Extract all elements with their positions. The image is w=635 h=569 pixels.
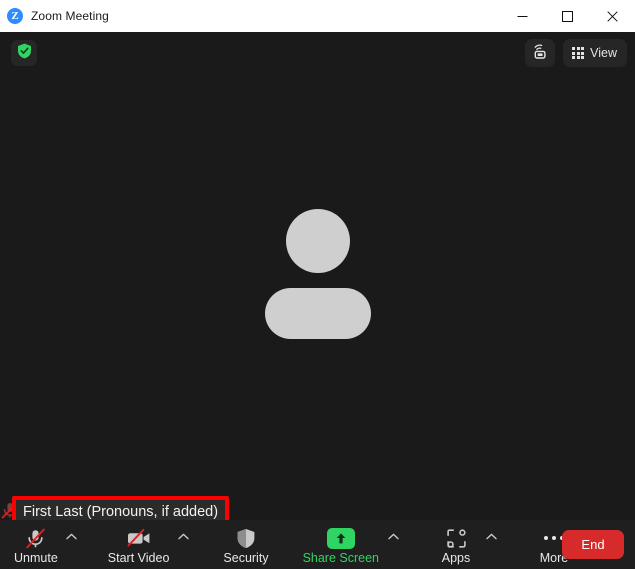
window-controls <box>500 0 635 32</box>
video-stage: View First Last (Pronouns, if added) <box>0 32 635 520</box>
apps-icon <box>446 526 467 550</box>
end-meeting-button[interactable]: End <box>562 530 624 559</box>
toolbar-item-apps[interactable]: Apps <box>429 520 483 569</box>
toolbar-item-start-video[interactable]: Start Video <box>102 520 176 569</box>
toolbar-label-apps: Apps <box>441 551 471 565</box>
toolbar-label-security: Security <box>223 551 269 565</box>
zoom-meeting-window: Z Zoom Meeting View First Last (Pronouns… <box>0 0 635 569</box>
audio-options-caret[interactable] <box>64 520 80 569</box>
minimize-button[interactable] <box>500 0 545 32</box>
more-dots-icon <box>544 526 564 550</box>
camera-off-icon <box>126 526 152 550</box>
title-bar-left: Z Zoom Meeting <box>0 8 109 24</box>
microphone-muted-icon <box>24 526 47 550</box>
zoom-logo-icon: Z <box>7 8 23 24</box>
participant-name-label: First Last (Pronouns, if added) <box>16 500 226 520</box>
share-screen-arrow-icon <box>326 526 355 550</box>
meeting-toolbar: Unmute Start Video Security Share Screen… <box>0 520 635 569</box>
participant-video-tile <box>0 32 635 520</box>
toolbar-item-security[interactable]: Security <box>217 520 274 569</box>
apps-options-caret[interactable] <box>483 520 499 569</box>
close-button[interactable] <box>590 0 635 32</box>
participant-name-highlight-box: First Last (Pronouns, if added) <box>12 496 230 520</box>
window-title: Zoom Meeting <box>31 9 109 23</box>
toolbar-label-start-video: Start Video <box>107 551 170 565</box>
maximize-button[interactable] <box>545 0 590 32</box>
video-options-caret[interactable] <box>175 520 191 569</box>
title-bar: Z Zoom Meeting <box>0 0 635 32</box>
share-options-caret[interactable] <box>385 520 401 569</box>
zoom-logo-letter: Z <box>11 9 19 22</box>
toolbar-label-share-screen: Share Screen <box>302 551 379 565</box>
toolbar-item-share-screen[interactable]: Share Screen <box>297 520 385 569</box>
shield-icon <box>236 526 256 550</box>
toolbar-label-unmute: Unmute <box>14 551 58 565</box>
toolbar-item-unmute[interactable]: Unmute <box>8 520 64 569</box>
default-user-avatar-icon <box>259 208 377 344</box>
